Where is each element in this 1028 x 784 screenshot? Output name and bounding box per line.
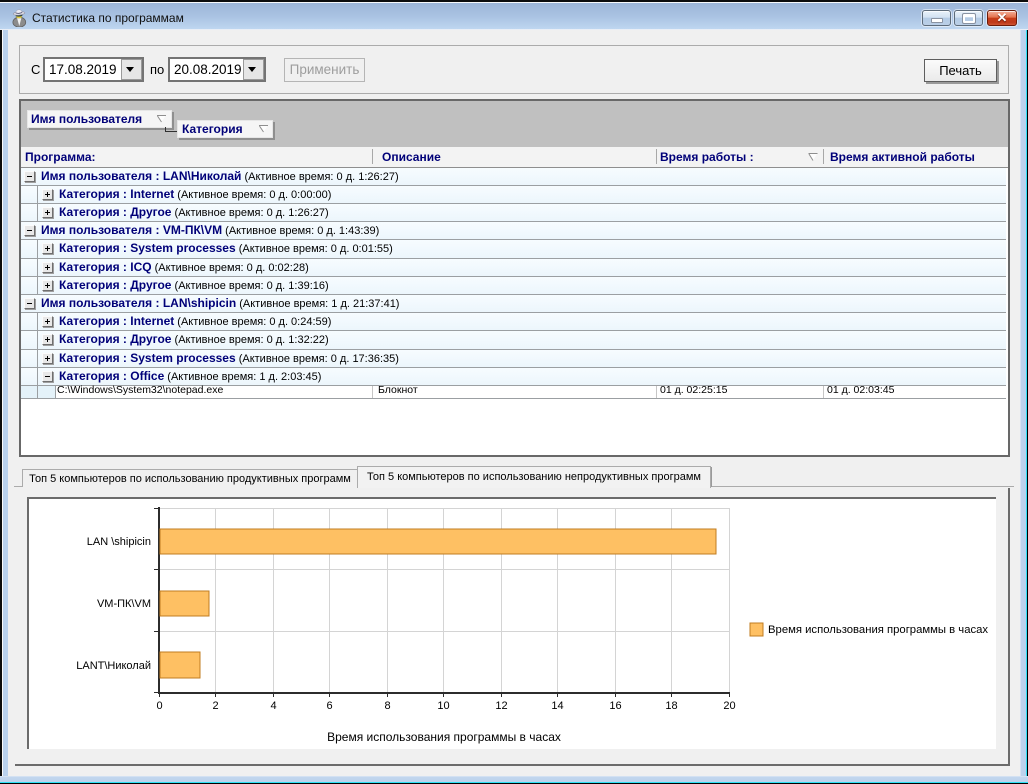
svg-text:14: 14 xyxy=(551,700,563,712)
svg-text:10: 10 xyxy=(437,700,449,712)
svg-text:Время использования программы: Время использования программы в часах xyxy=(327,730,561,744)
svg-text:12: 12 xyxy=(495,700,507,712)
svg-text:16: 16 xyxy=(609,700,621,712)
svg-text:2: 2 xyxy=(212,700,218,712)
svg-text:LANT\Николай: LANT\Николай xyxy=(76,660,151,672)
svg-text:4: 4 xyxy=(270,700,276,712)
svg-text:VM-ПК\VM: VM-ПК\VM xyxy=(97,598,151,610)
svg-text:6: 6 xyxy=(326,700,332,712)
svg-text:20: 20 xyxy=(723,700,735,712)
svg-text:18: 18 xyxy=(665,700,677,712)
svg-text:0: 0 xyxy=(156,700,162,712)
svg-text:Время использования программы: Время использования программы в часах xyxy=(768,624,988,636)
svg-text:8: 8 xyxy=(384,700,390,712)
svg-text:LAN \shipicin: LAN \shipicin xyxy=(87,536,151,548)
